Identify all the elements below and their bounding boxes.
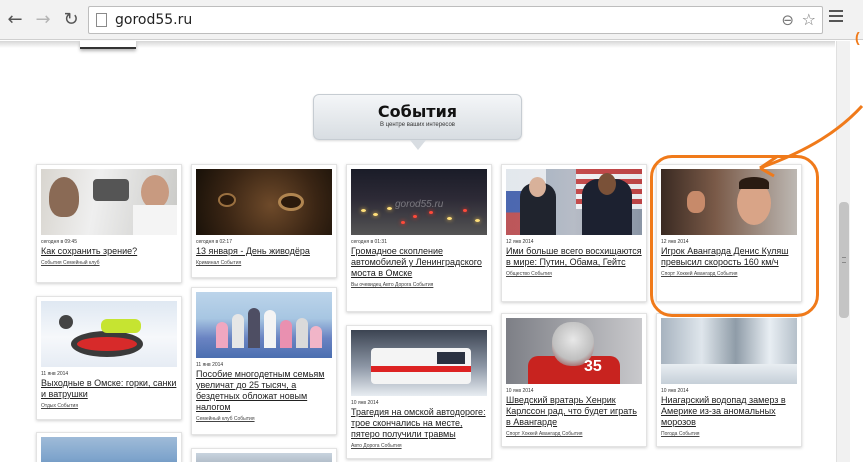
- news-date: сегодня в 09:45: [41, 239, 77, 245]
- news-card[interactable]: [36, 432, 182, 462]
- news-date: 11 янв 2014: [196, 362, 224, 368]
- section-heading: События В центре ваших интересов: [313, 94, 522, 150]
- news-card[interactable]: 12 янв 2014 Ими больше всего восхищаются…: [501, 164, 647, 302]
- news-card[interactable]: 10 янв 2014 Трагедия на омской автодорог…: [346, 325, 492, 459]
- news-thumbnail[interactable]: [41, 437, 177, 462]
- news-tags[interactable]: Спорт Хоккей Авангард События: [506, 431, 642, 437]
- news-tags[interactable]: Отдых События: [41, 403, 177, 409]
- news-title-link[interactable]: Пособие многодетным семьям увеличат до 2…: [196, 369, 332, 413]
- news-thumbnail[interactable]: [196, 292, 332, 358]
- news-title-link[interactable]: Трагедия на омской автодороге: трое скон…: [351, 407, 487, 440]
- annotation-arrow: [759, 104, 863, 178]
- news-title-link[interactable]: Ниагарский водопад замерз в Америке из-з…: [661, 395, 797, 428]
- section-subtitle: В центре ваших интересов: [379, 122, 455, 128]
- news-thumbnail[interactable]: [196, 453, 332, 462]
- news-title-link[interactable]: Как сохранить зрение?: [41, 246, 177, 257]
- star-icon[interactable]: ☆: [802, 10, 816, 29]
- bubble-tail: [410, 140, 426, 150]
- news-title-link[interactable]: Громадное скопление автомобилей у Ленинг…: [351, 246, 487, 279]
- scrollbar-thumb[interactable]: [839, 202, 849, 318]
- header-tab[interactable]: [80, 41, 136, 49]
- news-tags[interactable]: Авто Дорога События: [351, 443, 487, 449]
- news-thumbnail[interactable]: [351, 330, 487, 396]
- forward-arrow-icon[interactable]: →: [32, 9, 54, 31]
- news-tags[interactable]: События Семейный клуб: [41, 260, 177, 266]
- news-title-link[interactable]: Выходные в Омске: горки, санки и ватрушк…: [41, 378, 177, 400]
- news-tags[interactable]: Вы очевидец Авто Дорога События: [351, 282, 487, 288]
- reload-icon[interactable]: ↻: [60, 9, 82, 31]
- thumbnail-watermark: gorod55.ru: [395, 199, 444, 210]
- news-date: 10 янв 2014: [506, 388, 534, 394]
- news-card[interactable]: gorod55.ru сегодня в 01:31 Громадное ско…: [346, 164, 492, 312]
- news-date: 10 янв 2014: [351, 400, 379, 406]
- news-date: сегодня в 02:17: [196, 239, 232, 245]
- zoom-icon[interactable]: ⊖: [781, 11, 794, 29]
- back-arrow-icon[interactable]: ←: [4, 9, 26, 31]
- news-date: сегодня в 01:31: [351, 239, 387, 245]
- news-card[interactable]: сегодня в 09:45 Как сохранить зрение? Со…: [36, 164, 182, 283]
- news-title-link[interactable]: Ими больше всего восхищаются в мире: Пут…: [506, 246, 642, 268]
- jersey-number: 35: [584, 358, 602, 375]
- browser-toolbar: ← → ↻ gorod55.ru ⊖ ☆: [0, 0, 863, 40]
- news-thumbnail[interactable]: [196, 169, 332, 235]
- news-card[interactable]: 10 янв 2014 Ниагарский водопад замерз в …: [656, 313, 802, 447]
- news-card[interactable]: 11 янв 2014 Пособие многодетным семьям у…: [191, 287, 337, 435]
- page-content: События В центре ваших интересов сегодня…: [0, 41, 863, 462]
- news-tags[interactable]: Криминал События: [196, 260, 332, 266]
- menu-icon[interactable]: [829, 10, 843, 24]
- news-thumbnail[interactable]: [661, 318, 797, 384]
- news-card[interactable]: 35 10 янв 2014 Шведский вратарь Хенрик К…: [501, 313, 647, 447]
- news-title-link[interactable]: Шведский вратарь Хенрик Карлссон рад, чт…: [506, 395, 642, 428]
- news-thumbnail[interactable]: [506, 169, 642, 235]
- news-thumbnail[interactable]: [41, 301, 177, 367]
- page-icon: [96, 13, 107, 27]
- news-tags[interactable]: Общество События: [506, 271, 642, 277]
- news-card[interactable]: сегодня в 02:17 13 января - День живодёр…: [191, 164, 337, 278]
- news-date: 11 янв 2014: [41, 371, 69, 377]
- news-thumbnail[interactable]: [41, 169, 177, 235]
- news-tags[interactable]: Погода События: [661, 431, 797, 437]
- news-date: 12 янв 2014: [506, 239, 534, 245]
- annotation-mark: (: [855, 29, 860, 45]
- address-bar[interactable]: gorod55.ru ⊖ ☆: [88, 6, 823, 34]
- news-date: 10 янв 2014: [661, 388, 689, 394]
- news-title-link[interactable]: 13 января - День живодёра: [196, 246, 332, 257]
- news-thumbnail[interactable]: 35: [506, 318, 642, 384]
- news-tags[interactable]: Семейный клуб События: [196, 416, 332, 422]
- news-card[interactable]: 11 янв 2014 Выходные в Омске: горки, сан…: [36, 296, 182, 420]
- url-text[interactable]: gorod55.ru: [115, 12, 192, 28]
- news-thumbnail[interactable]: gorod55.ru: [351, 169, 487, 235]
- news-card[interactable]: [191, 448, 337, 462]
- section-title: События: [377, 102, 458, 121]
